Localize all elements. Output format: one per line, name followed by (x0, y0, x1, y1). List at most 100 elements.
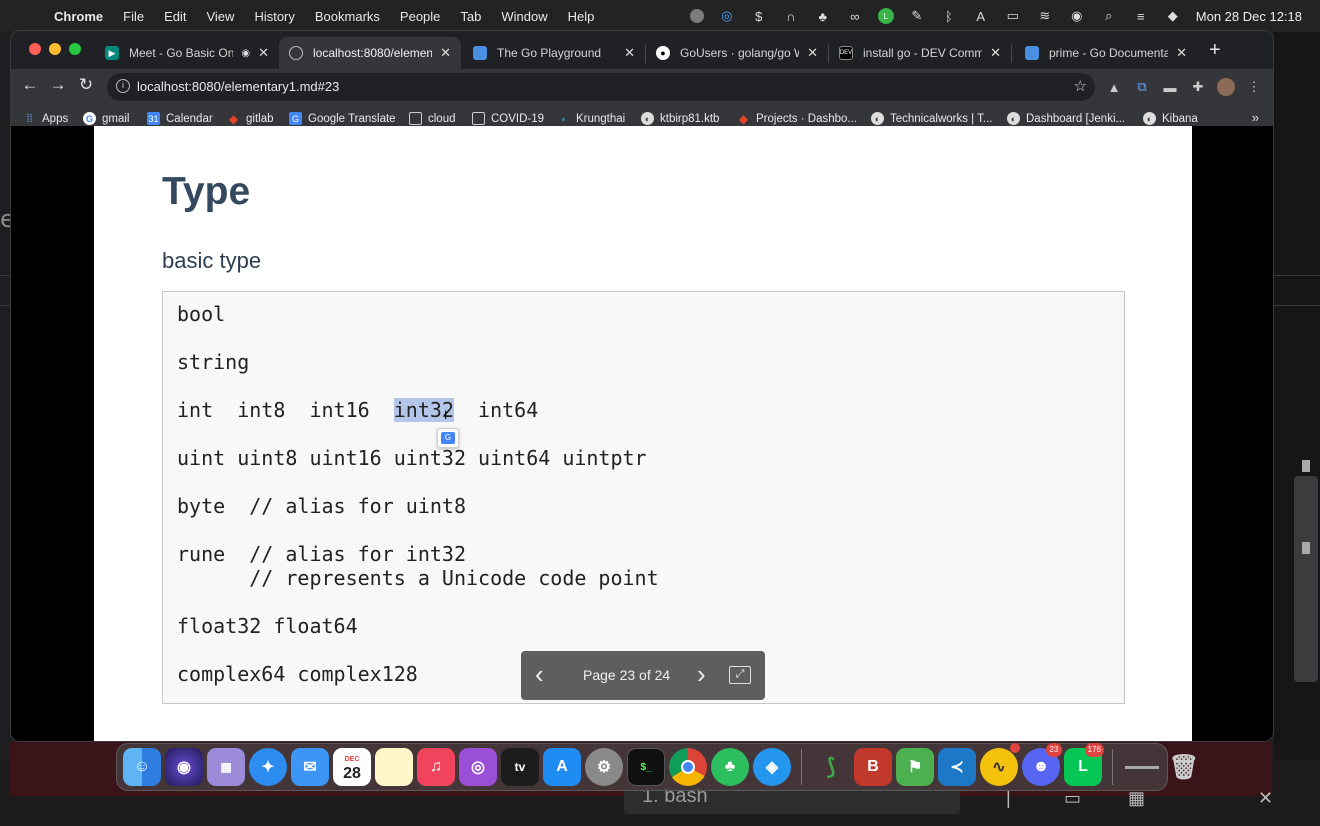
address-bar[interactable]: i localhost:8080/elementary1.md#23 ☆ (107, 73, 1095, 101)
previous-page-chevron-icon[interactable]: ‹ (535, 659, 544, 690)
notes-icon[interactable] (375, 748, 413, 786)
close-tab-icon[interactable]: ✕ (990, 45, 1001, 61)
menu-bookmarks[interactable]: Bookmarks (305, 9, 390, 24)
background-scrollbar[interactable] (1294, 476, 1318, 682)
tools-icon[interactable]: ✎ (908, 7, 926, 25)
calendar-app-icon[interactable]: DEC 28 (333, 748, 371, 786)
record-icon[interactable] (689, 9, 704, 23)
menu-view[interactable]: View (196, 9, 244, 24)
terminal-tab[interactable]: 1. bash (624, 788, 960, 814)
launchpad-icon[interactable]: ▦ (207, 748, 245, 786)
bookmark-kibana[interactable]: ◐ Kibana (1143, 112, 1198, 125)
more-bookmarks-icon[interactable]: » (1252, 110, 1259, 125)
clock[interactable]: Mon 28 Dec 12:18 (1196, 9, 1302, 24)
bookmark-calendar[interactable]: 31 Calendar (147, 112, 213, 125)
translate-extension-icon[interactable]: ⧉ (1133, 78, 1151, 96)
tab-gousers[interactable]: ● GoUsers · golang/go Wiki ✕ (646, 37, 828, 69)
sourcetree-icon[interactable]: ⟆ (812, 748, 850, 786)
bluetooth-icon[interactable]: ᛒ (940, 7, 958, 25)
bookmark-ktbirp[interactable]: ◐ ktbirp81.ktb (641, 112, 719, 125)
evernote-app-icon[interactable]: ♣ (711, 748, 749, 786)
minimized-window-icon[interactable] (1123, 748, 1161, 786)
bookmark-krungthai[interactable]: ◗ Krungthai (557, 112, 625, 125)
menu-edit[interactable]: Edit (154, 9, 196, 24)
line-icon[interactable]: L (877, 8, 894, 24)
bookmark-projects[interactable]: ◆ Projects · Dashbo... (737, 112, 857, 126)
terminal-grid-icon[interactable]: ▦ (1128, 788, 1145, 809)
bookmark-technicalworks[interactable]: ◐ Technicalworks | T... (871, 112, 992, 125)
spotlight-search-icon[interactable]: ⌕ (1100, 7, 1118, 25)
tab-localhost[interactable]: localhost:8080/elementar ✕ (279, 37, 461, 69)
close-tab-icon[interactable]: ✕ (624, 45, 635, 61)
new-tab-button[interactable]: + (1209, 39, 1221, 62)
vscode-icon[interactable]: ≺ (938, 748, 976, 786)
bear-b-icon[interactable]: B (854, 748, 892, 786)
tab-dev-community[interactable]: DEV install go - DEV Communi ✕ (829, 37, 1011, 69)
extensions-puzzle-icon[interactable]: ✚ (1189, 78, 1207, 96)
evernote-icon[interactable]: ♣ (814, 7, 832, 25)
chrome-icon[interactable] (669, 748, 707, 786)
zoom-window-button[interactable] (69, 43, 81, 55)
minimize-window-button[interactable] (49, 43, 61, 55)
fullscreen-expand-icon[interactable]: ⤢ (729, 666, 751, 684)
menu-window[interactable]: Window (491, 9, 557, 24)
safari-icon[interactable]: ✦ (249, 748, 287, 786)
glasses-icon[interactable]: ∞ (846, 7, 864, 25)
menu-file[interactable]: File (113, 9, 154, 24)
site-info-icon[interactable]: i (116, 79, 130, 93)
close-tab-icon[interactable]: ✕ (807, 45, 818, 61)
monitor-app-icon[interactable]: ∿ (980, 743, 1020, 786)
bookmark-gmail[interactable]: G gmail (83, 112, 129, 125)
menu-people[interactable]: People (390, 9, 450, 24)
terminal-split-icon[interactable]: | (1006, 788, 1011, 809)
line-app-icon[interactable]: L 176 (1064, 743, 1104, 786)
menu-app-name[interactable]: Chrome (46, 9, 113, 24)
code-text[interactable]: bool string int int8 int16 int32 int64 u… (177, 302, 659, 686)
user-icon[interactable]: ◉ (1068, 7, 1086, 25)
bookmark-google-translate[interactable]: G Google Translate (289, 112, 396, 125)
finder-icon[interactable]: ☺ (123, 748, 161, 786)
terminal-icon[interactable]: $_ (627, 748, 665, 786)
reload-icon[interactable]: ↻ (73, 75, 99, 95)
headphones-icon[interactable]: ∩ (782, 7, 800, 25)
menu-help[interactable]: Help (558, 9, 605, 24)
siri-icon[interactable]: ◉ (165, 748, 203, 786)
bookmark-gitlab[interactable]: ◆ gitlab (227, 112, 274, 126)
bookmark-star-icon[interactable]: ☆ (1074, 77, 1087, 95)
sync-icon[interactable]: ◎ (718, 7, 736, 25)
close-tab-icon[interactable]: ✕ (440, 45, 451, 61)
wifi-icon[interactable]: ≋ (1036, 7, 1054, 25)
dollar-icon[interactable]: $ (750, 7, 768, 25)
more-menu-icon[interactable]: ⋮ (1245, 78, 1263, 96)
profile-avatar[interactable] (1217, 78, 1235, 96)
menu-tab[interactable]: Tab (450, 9, 491, 24)
tab-go-playground[interactable]: The Go Playground ✕ (463, 37, 645, 69)
url-text[interactable]: localhost:8080/elementary1.md#23 (137, 79, 339, 94)
back-arrow-icon[interactable]: ← (17, 75, 43, 95)
close-tab-icon[interactable]: ✕ (1176, 45, 1187, 61)
forward-arrow-icon[interactable]: → (45, 75, 71, 95)
input-source-icon[interactable]: A (972, 7, 990, 25)
terminal-window-icon[interactable]: ▭ (1064, 788, 1081, 809)
app-store-icon[interactable]: A (543, 748, 581, 786)
close-window-button[interactable] (29, 43, 41, 55)
bookmark-cloud[interactable]: cloud (409, 112, 456, 125)
docker-icon[interactable]: ◈ (753, 748, 791, 786)
tab-meet[interactable]: ▶ Meet - Go Basic Onlin ◉ ✕ (95, 37, 279, 69)
translate-popup-button[interactable]: G (437, 428, 459, 448)
gitbook-flag-icon[interactable]: ⚑ (896, 748, 934, 786)
music-icon[interactable]: ♫ (417, 748, 455, 786)
terminal-collapse-icon[interactable]: ✕ (1258, 788, 1273, 809)
cast-icon[interactable]: ▬ (1161, 78, 1179, 96)
google-drive-icon[interactable]: ▲ (1105, 78, 1123, 96)
next-page-chevron-icon[interactable]: › (697, 659, 706, 690)
close-tab-icon[interactable]: ✕ (258, 45, 269, 61)
menu-history[interactable]: History (244, 9, 304, 24)
battery-icon[interactable]: ▭ (1004, 7, 1022, 25)
trash-icon[interactable]: 🗑 (1165, 748, 1203, 786)
mail-icon[interactable]: ✉ (291, 748, 329, 786)
podcasts-icon[interactable]: ◎ (459, 748, 497, 786)
system-preferences-icon[interactable]: ⚙ (585, 748, 623, 786)
bookmark-jenkins[interactable]: ◐ Dashboard [Jenki... (1007, 112, 1125, 125)
tab-go-documentation[interactable]: prime - Go Documentatio ✕ (1015, 37, 1197, 69)
